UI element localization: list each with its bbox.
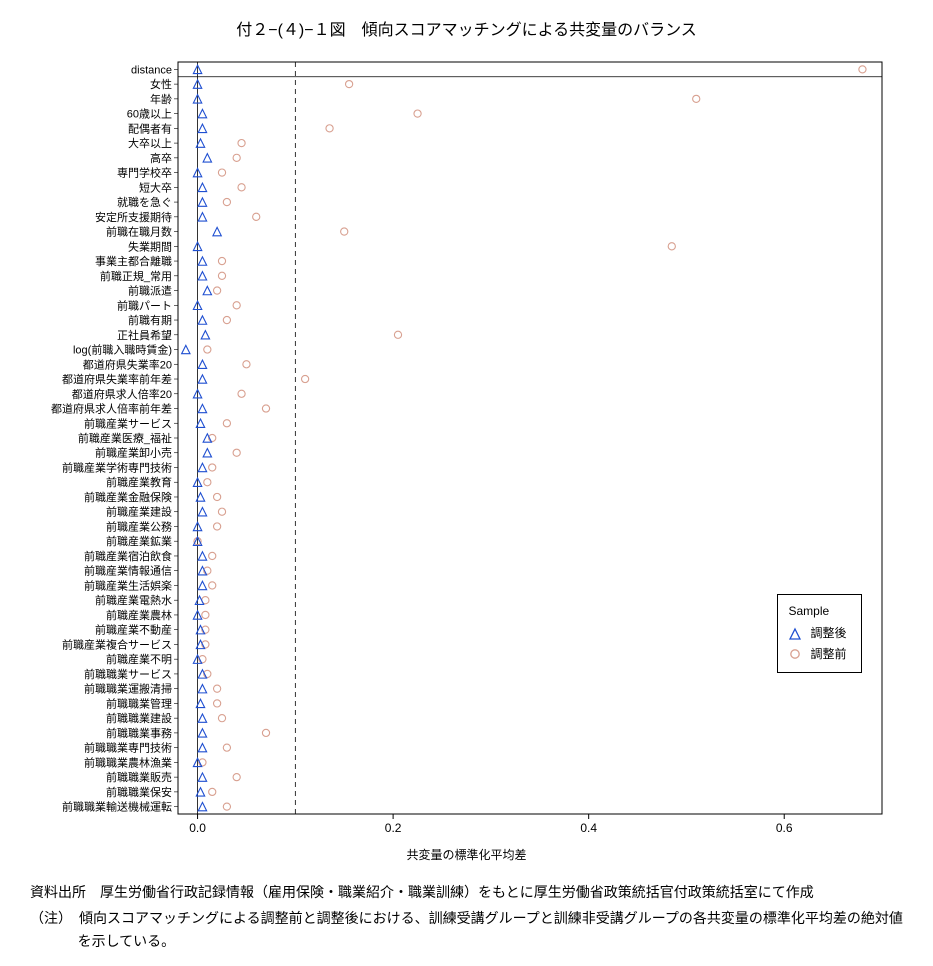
svg-text:前職産業不動産: 前職産業不動産 — [95, 623, 172, 637]
svg-text:前職職業販売: 前職職業販売 — [106, 770, 172, 784]
svg-text:前職産業金融保険: 前職産業金融保険 — [84, 490, 172, 504]
legend-item-unadjusted: 調整前 — [788, 644, 846, 664]
svg-text:正社員希望: 正社員希望 — [117, 328, 172, 342]
svg-text:前職産業学術専門技術: 前職産業学術専門技術 — [62, 460, 172, 474]
balance-plot: 0.0 0.2 0.4 0.6 distance女性年齢 60歳以上配偶者有大卒以上高卒専… — [32, 54, 902, 844]
svg-text:前職職業農林漁業: 前職職業農林漁業 — [84, 755, 172, 769]
svg-text:失業期間: 失業期間 — [128, 240, 172, 253]
chart-title: 付２−(４)−１図 傾向スコアマッチングによる共変量のバランス — [30, 16, 903, 40]
svg-text:0.0: 0.0 — [189, 821, 206, 835]
svg-text:0.4: 0.4 — [580, 821, 597, 835]
svg-text:前職産業公務: 前職産業公務 — [106, 519, 172, 533]
svg-text:前職パート: 前職パート — [117, 298, 172, 312]
svg-text:前職産業サービス: 前職産業サービス — [84, 416, 172, 430]
svg-text:就職を急ぐ: 就職を急ぐ — [117, 195, 172, 209]
svg-text:distance: distance — [131, 64, 172, 76]
svg-text:前職派遣: 前職派遣 — [128, 284, 172, 298]
svg-text:前職産業教育: 前職産業教育 — [106, 475, 172, 489]
svg-text:前職職業建設: 前職職業建設 — [106, 711, 172, 725]
svg-text:都道府県失業率20: 都道府県失業率20 — [82, 357, 171, 371]
svg-text:0.6: 0.6 — [775, 821, 792, 835]
svg-text:前職職業事務: 前職職業事務 — [106, 726, 172, 740]
svg-text:都道府県求人倍率前年差: 都道府県求人倍率前年差 — [51, 402, 172, 416]
svg-text:前職正規_常用: 前職正規_常用 — [99, 269, 171, 283]
svg-text:前職職業運搬清掃: 前職職業運搬清掃 — [84, 682, 172, 696]
svg-text:専門学校卒: 専門学校卒 — [117, 166, 172, 180]
legend: Sample 調整後 調整前 — [777, 594, 861, 673]
svg-text:0.2: 0.2 — [384, 821, 401, 835]
svg-text:大卒以上: 大卒以上 — [128, 136, 172, 150]
svg-text:前職産業建設: 前職産業建設 — [106, 505, 172, 519]
svg-text:前職産業生活娯楽: 前職産業生活娯楽 — [84, 578, 172, 592]
svg-text:安定所支援期待: 安定所支援期待 — [95, 210, 172, 224]
chart-container: 0.0 0.2 0.4 0.6 distance女性年齢 60歳以上配偶者有大卒以上高卒専… — [32, 54, 902, 844]
source-note: 資料出所 厚生労働省行政記録情報（雇用保険・職業紹介・職業訓練）をもとに厚生労働… — [30, 881, 903, 903]
svg-text:log(前職入職時賃金): log(前職入職時賃金) — [72, 343, 171, 357]
svg-text:前職産業電熱水: 前職産業電熱水 — [95, 593, 172, 607]
svg-text:都道府県失業率前年差: 都道府県失業率前年差 — [62, 372, 172, 386]
svg-text:高卒: 高卒 — [150, 151, 172, 165]
svg-text:前職職業サービス: 前職職業サービス — [84, 667, 172, 681]
svg-text:配偶者有: 配偶者有 — [128, 121, 172, 135]
svg-text:前職産業情報通信: 前職産業情報通信 — [84, 564, 172, 578]
notes-block: 資料出所 厚生労働省行政記録情報（雇用保険・職業紹介・職業訓練）をもとに厚生労働… — [30, 881, 903, 952]
svg-text:前職職業管理: 前職職業管理 — [106, 696, 172, 710]
svg-text:前職産業複合サービス: 前職産業複合サービス — [62, 637, 172, 651]
circle-icon — [788, 647, 802, 661]
svg-text:年齢: 年齢 — [150, 92, 172, 106]
svg-text:前職有期: 前職有期 — [128, 313, 172, 327]
svg-text:前職産業農林: 前職産業農林 — [106, 608, 172, 622]
svg-text:前職職業保安: 前職職業保安 — [106, 785, 172, 799]
legend-label-unadjusted: 調整前 — [810, 644, 846, 664]
svg-text:前職産業卸小売: 前職産業卸小売 — [95, 446, 172, 460]
svg-text:前職在職月数: 前職在職月数 — [106, 225, 172, 239]
legend-label-adjusted: 調整後 — [810, 623, 846, 643]
svg-text:都道府県求人倍率20: 都道府県求人倍率20 — [71, 387, 171, 401]
x-axis-label: 共変量の標準化平均差 — [30, 846, 903, 863]
svg-text:事業主都合離職: 事業主都合離職 — [95, 254, 172, 268]
svg-text:前職産業医療_福祉: 前職産業医療_福祉 — [77, 431, 171, 445]
svg-text:短大卒: 短大卒 — [139, 180, 172, 194]
legend-item-adjusted: 調整後 — [788, 623, 846, 643]
svg-text:前職産業宿泊飲食: 前職産業宿泊飲食 — [84, 549, 172, 563]
svg-text:女性: 女性 — [150, 77, 172, 91]
legend-title: Sample — [788, 601, 846, 621]
svg-text:前職産業鉱業: 前職産業鉱業 — [106, 534, 172, 548]
svg-text:前職職業輸送機械運転: 前職職業輸送機械運転 — [62, 800, 172, 814]
svg-text:前職職業専門技術: 前職職業専門技術 — [84, 741, 172, 755]
footnote: （注） 傾向スコアマッチングによる調整前と調整後における、訓練受講グループと訓練… — [30, 907, 903, 952]
triangle-icon — [788, 627, 802, 641]
svg-text:60歳以上: 60歳以上 — [126, 108, 171, 121]
svg-text:前職産業不明: 前職産業不明 — [106, 652, 172, 666]
